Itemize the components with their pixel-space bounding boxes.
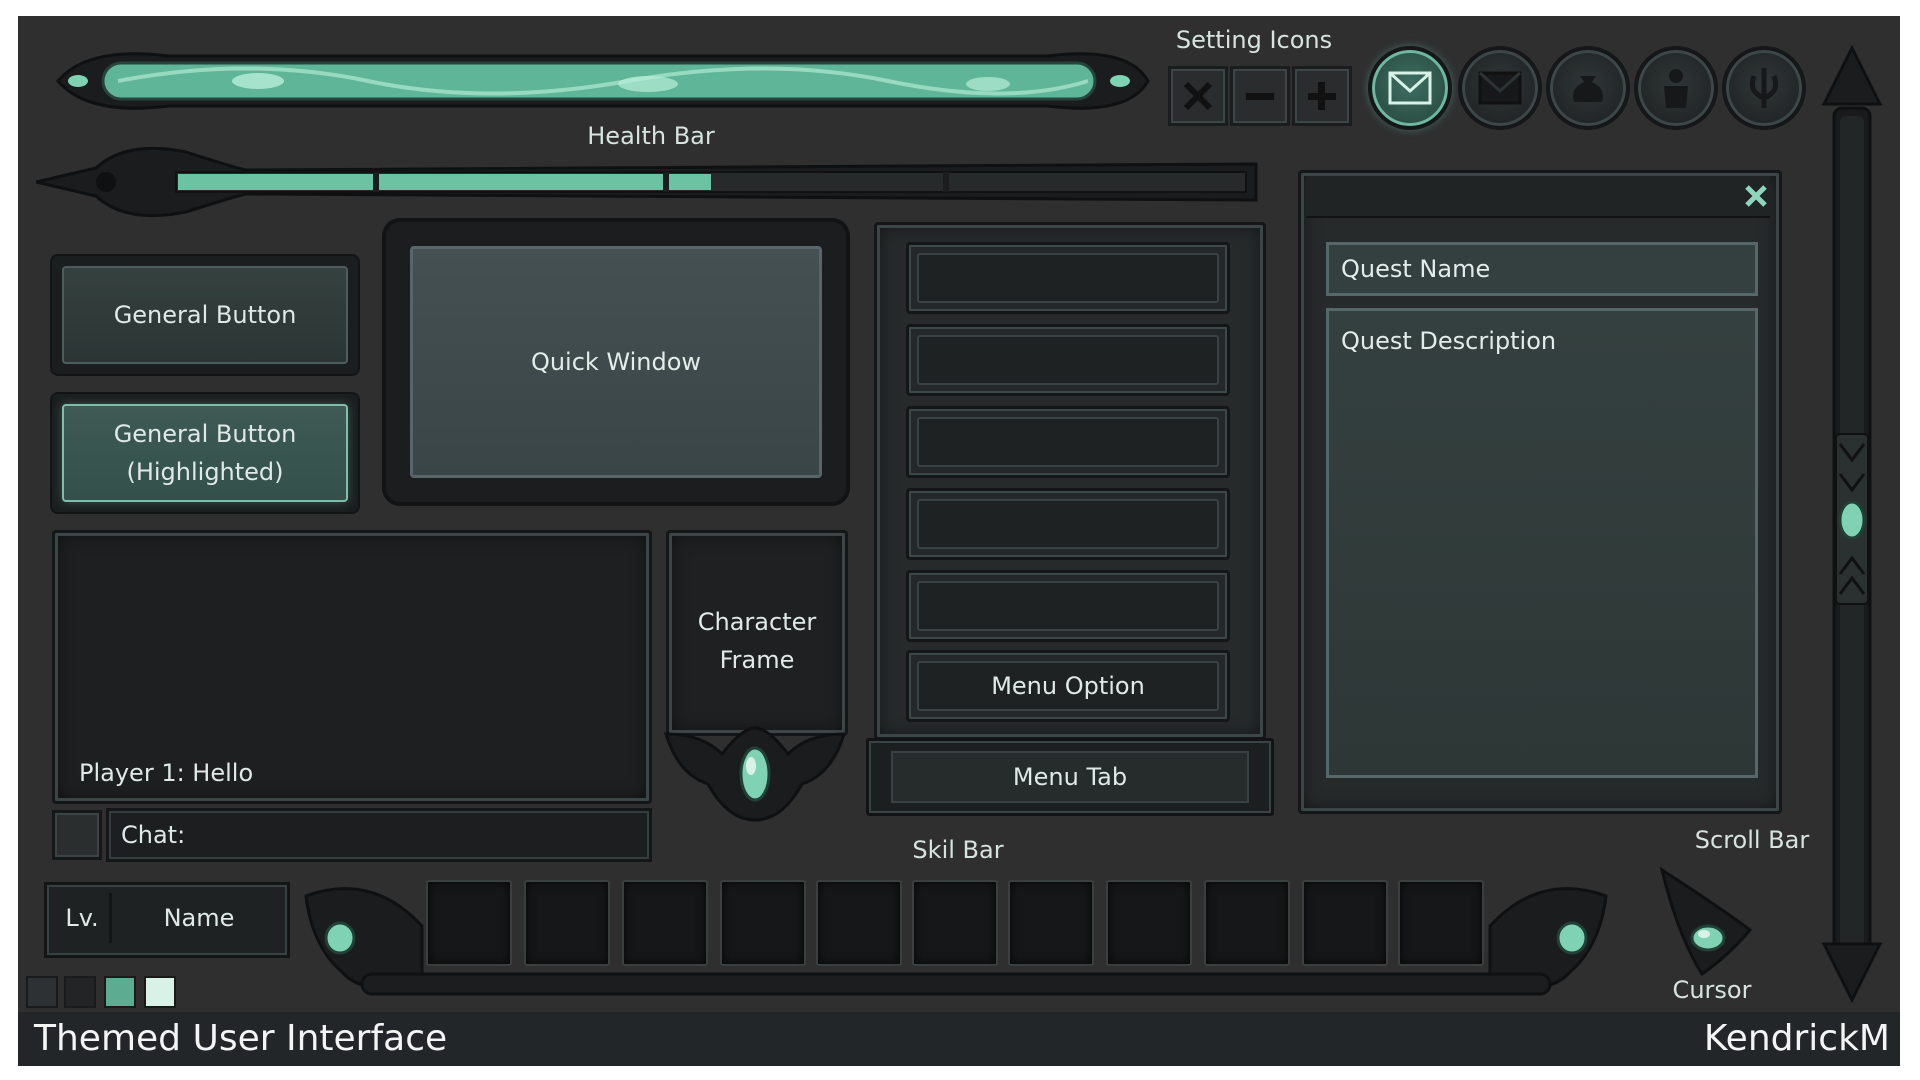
general-button-highlighted[interactable]: General Button (Highlighted) [52, 394, 358, 512]
menu-option-slot[interactable] [906, 406, 1230, 478]
highlighted-line-2: (Highlighted) [126, 458, 284, 486]
quest-description-box: Quest Description [1326, 308, 1758, 778]
character-frame-ornament [663, 726, 847, 822]
highlighted-line-1: General Button [113, 420, 297, 448]
chat-toggle-checkbox[interactable] [52, 810, 102, 860]
skill-slot[interactable] [1302, 880, 1388, 966]
menu-option-slot[interactable] [906, 242, 1230, 314]
chat-message: Player 1: Hello [79, 759, 254, 787]
palette-swatch [64, 976, 96, 1008]
skill-slot[interactable] [1204, 880, 1290, 966]
skill-slot[interactable] [1398, 880, 1484, 966]
menu-option[interactable]: Menu Option [906, 650, 1230, 722]
menu-tab-label: Menu Tab [891, 751, 1249, 803]
scroll-bar-label: Scroll Bar [1694, 826, 1810, 854]
plus-icon[interactable] [1292, 66, 1352, 126]
footer-title: Themed User Interface [34, 1018, 448, 1059]
palette-swatch [26, 976, 58, 1008]
footer-author: KendrickM [1703, 1018, 1890, 1059]
setting-icons-label: Setting Icons [1175, 26, 1333, 54]
minus-icon[interactable] [1230, 66, 1290, 126]
chat-input-label: Chat: [121, 821, 186, 849]
player-level: Lv. [55, 893, 112, 943]
general-button-label: General Button [62, 266, 348, 364]
skills-icon[interactable] [1722, 46, 1806, 130]
skill-bar-label: Skil Bar [912, 836, 1004, 864]
chat-window: Player 1: Hello [52, 530, 652, 804]
menu-option-label: Menu Option [917, 661, 1219, 711]
palette-swatch [104, 976, 136, 1008]
mana-bar [56, 52, 1150, 110]
player-name: Name [163, 904, 235, 932]
menu-option-slot[interactable] [906, 488, 1230, 560]
skill-slot[interactable] [1106, 880, 1192, 966]
character-frame-line-1: Character [697, 608, 817, 636]
menu-tab[interactable]: Menu Tab [866, 738, 1274, 816]
general-button-highlighted-label: General Button (Highlighted) [62, 404, 348, 502]
character-frame: Character Frame [666, 530, 848, 736]
close-icon[interactable] [1742, 182, 1770, 210]
general-button[interactable]: General Button [52, 256, 358, 374]
player-plate: Lv. Name [44, 882, 290, 958]
character-frame-line-2: Frame [719, 646, 795, 674]
skill-slot[interactable] [912, 880, 998, 966]
palette-swatch [144, 976, 176, 1008]
close-icon[interactable] [1168, 66, 1228, 126]
bag-icon[interactable] [1546, 46, 1630, 130]
quest-title-bar [1306, 176, 1770, 218]
quest-name: Quest Name [1341, 255, 1491, 283]
skill-slot[interactable] [816, 880, 902, 966]
quick-window[interactable]: Quick Window [386, 222, 846, 502]
character-icon[interactable] [1634, 46, 1718, 130]
cursor-label: Cursor [1672, 976, 1752, 1004]
cursor-icon [1659, 866, 1753, 977]
menu-option-slot[interactable] [906, 570, 1230, 642]
skill-slot[interactable] [426, 880, 512, 966]
menu-option-slot[interactable] [906, 324, 1230, 396]
mail-icon[interactable] [1458, 46, 1542, 130]
health-bar [36, 146, 1258, 218]
mail-icon[interactable] [1368, 46, 1452, 130]
chat-input[interactable]: Chat: [106, 808, 652, 862]
quick-window-label: Quick Window [530, 348, 702, 376]
quest-description: Quest Description [1341, 327, 1557, 355]
skill-slot[interactable] [622, 880, 708, 966]
skill-slot[interactable] [1008, 880, 1094, 966]
scroll-bar[interactable] [1816, 44, 1888, 1004]
skill-slot[interactable] [720, 880, 806, 966]
quest-name-field[interactable]: Quest Name [1326, 242, 1758, 296]
skill-slot[interactable] [524, 880, 610, 966]
